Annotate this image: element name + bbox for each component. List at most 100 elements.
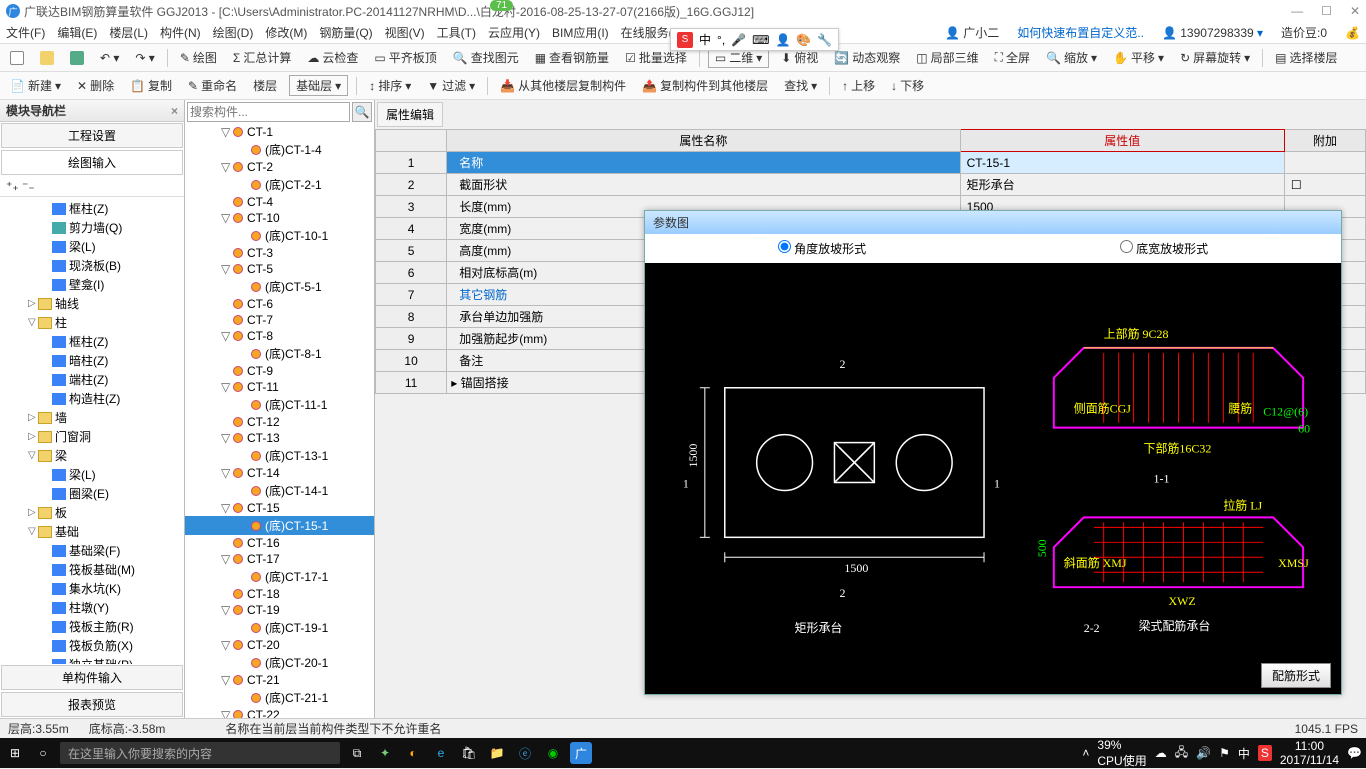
nav-item[interactable]: ▷门窗洞 [0,427,184,446]
component-item[interactable]: CT-9 [185,363,374,379]
menu-rebar[interactable]: 钢筋量(Q) [319,24,372,41]
nav-item[interactable]: ▽梁 [0,446,184,465]
nav-item[interactable]: ▷轴线 [0,294,184,313]
component-item[interactable]: (底)CT-19-1 [185,618,374,637]
help-link[interactable]: 如何快速布置自定义范.. [1017,24,1144,41]
minimize-button[interactable]: — [1291,4,1303,18]
rotate-screen-button[interactable]: ↻ 屏幕旋转 ▾ [1176,47,1254,68]
nav-item[interactable]: 集水坑(K) [0,579,184,598]
menu-file[interactable]: 文件(F) [6,24,45,41]
nav-item[interactable]: ▷板 [0,503,184,522]
component-item[interactable]: ▽CT-17 [185,551,374,567]
edge-icon[interactable]: e [430,742,452,764]
tray-vol-icon[interactable]: 🔊 [1196,746,1211,760]
start-button[interactable]: ⊞ [4,742,26,764]
new-file-button[interactable] [6,49,28,67]
component-item[interactable]: ▽CT-11 [185,379,374,395]
move-up-button[interactable]: ↑ 上移 [838,75,879,96]
component-item[interactable]: (底)CT-2-1 [185,175,374,194]
component-item[interactable]: CT-3 [185,245,374,261]
cortana-icon[interactable]: ○ [32,742,54,764]
store-icon[interactable]: 🛍 [458,742,480,764]
taskbar-search[interactable]: 在这里输入你要搜索的内容 [60,742,340,764]
copy-from-floor-button[interactable]: 📥 从其他楼层复制构件 [496,75,630,96]
nav-close-icon[interactable]: × [171,104,178,118]
component-item[interactable]: (底)CT-10-1 [185,226,374,245]
nav-item[interactable]: 壁龛(I) [0,275,184,294]
rebar-form-button[interactable]: 配筋形式 [1261,663,1331,688]
floor-dropdown[interactable]: 基础层 ▾ [289,75,348,96]
ime-punct-icon[interactable]: °, [717,33,725,47]
component-item[interactable]: CT-16 [185,535,374,551]
maximize-button[interactable]: ☐ [1321,4,1332,18]
save-button[interactable] [66,49,88,67]
cloud-check-button[interactable]: ☁ 云检查 [303,47,362,68]
component-item[interactable]: ▽CT-14 [185,465,374,481]
view-rebar-button[interactable]: ▦ 查看钢筋量 [531,47,613,68]
find-element-button[interactable]: 🔍 查找图元 [449,47,523,68]
dynamic-view-button[interactable]: 🔄 动态观察 [830,47,904,68]
component-item[interactable]: (底)CT-5-1 [185,277,374,296]
sort-button[interactable]: ↕ 排序 ▾ [365,75,415,96]
nav-item[interactable]: 筏板基础(M) [0,560,184,579]
nav-item[interactable]: 现浇板(B) [0,256,184,275]
pan-button[interactable]: ✋ 平移 ▾ [1109,47,1168,68]
menu-edit[interactable]: 编辑(E) [57,24,97,41]
component-item[interactable]: CT-18 [185,586,374,602]
nav-item[interactable]: 暗柱(Z) [0,351,184,370]
nav-item[interactable]: 端柱(Z) [0,370,184,389]
select-floor-button[interactable]: ▤ 选择楼层 [1271,47,1341,68]
move-down-button[interactable]: ↓ 下移 [887,75,928,96]
component-item[interactable]: (底)CT-20-1 [185,653,374,672]
component-item[interactable]: (底)CT-15-1 [185,516,374,535]
opt-width[interactable]: 底宽放坡形式 [1120,240,1208,257]
menu-bim[interactable]: BIM应用(I) [552,24,609,41]
delete-button[interactable]: ✕ 删除 [73,75,118,96]
component-item[interactable]: (底)CT-21-1 [185,688,374,707]
component-item[interactable]: CT-6 [185,296,374,312]
find-button[interactable]: 查找 ▾ [780,75,821,96]
component-item[interactable]: ▽CT-8 [185,328,374,344]
draw-button[interactable]: ✎ 绘图 [176,47,221,68]
component-item[interactable]: (底)CT-1-4 [185,140,374,159]
tray-net-icon[interactable]: 🖧 [1175,743,1188,764]
ie-icon[interactable]: ⓔ [514,742,536,764]
nav-item[interactable]: ▽基础 [0,522,184,541]
tray-ime-icon[interactable]: 中 [1238,745,1250,762]
ime-lang[interactable]: 中 [699,31,711,48]
prop-row[interactable]: 2截面形状矩形承台☐ [376,174,1366,196]
menu-draw[interactable]: 绘图(D) [213,24,254,41]
menu-modify[interactable]: 修改(M) [265,24,307,41]
component-item[interactable]: (底)CT-17-1 [185,567,374,586]
component-item[interactable]: ▽CT-5 [185,261,374,277]
component-item[interactable]: CT-12 [185,414,374,430]
ime-tool-icon[interactable]: 🔧 [817,33,832,47]
component-item[interactable]: CT-4 [185,194,374,210]
nav-item[interactable]: 圈梁(E) [0,484,184,503]
nav-item[interactable]: 框柱(Z) [0,332,184,351]
component-item[interactable]: ▽CT-20 [185,637,374,653]
rename-button[interactable]: ✎ 重命名 [184,75,241,96]
component-item[interactable]: (底)CT-8-1 [185,344,374,363]
component-tree[interactable]: ▽CT-1(底)CT-1-4▽CT-2(底)CT-2-1CT-4▽CT-10(底… [185,124,374,718]
sum-calc-button[interactable]: Σ 汇总计算 [229,47,295,68]
nav-item[interactable]: 梁(L) [0,237,184,256]
prop-row[interactable]: 1名称CT-15-1 [376,152,1366,174]
menu-tools[interactable]: 工具(T) [437,24,476,41]
component-item[interactable]: ▽CT-13 [185,430,374,446]
explorer-icon[interactable]: 📁 [486,742,508,764]
nav-item[interactable]: 框柱(Z) [0,199,184,218]
component-item[interactable]: ▽CT-22 [185,707,374,718]
fullscreen-button[interactable]: ⛶ 全屏 [991,47,1034,68]
search-button[interactable]: 🔍 [352,102,372,122]
component-item[interactable]: ▽CT-15 [185,500,374,516]
app1-icon[interactable]: ✦ [374,742,396,764]
menu-floor[interactable]: 楼层(L) [109,24,148,41]
search-input[interactable] [187,102,350,122]
tray-sogou-icon[interactable]: S [1258,745,1272,761]
glodon-icon[interactable]: 广 [570,742,592,764]
ime-user-icon[interactable]: 👤 [775,33,790,47]
user-nick[interactable]: 👤 广小二 [945,24,999,41]
component-item[interactable]: (底)CT-11-1 [185,395,374,414]
nav-item[interactable]: 梁(L) [0,465,184,484]
